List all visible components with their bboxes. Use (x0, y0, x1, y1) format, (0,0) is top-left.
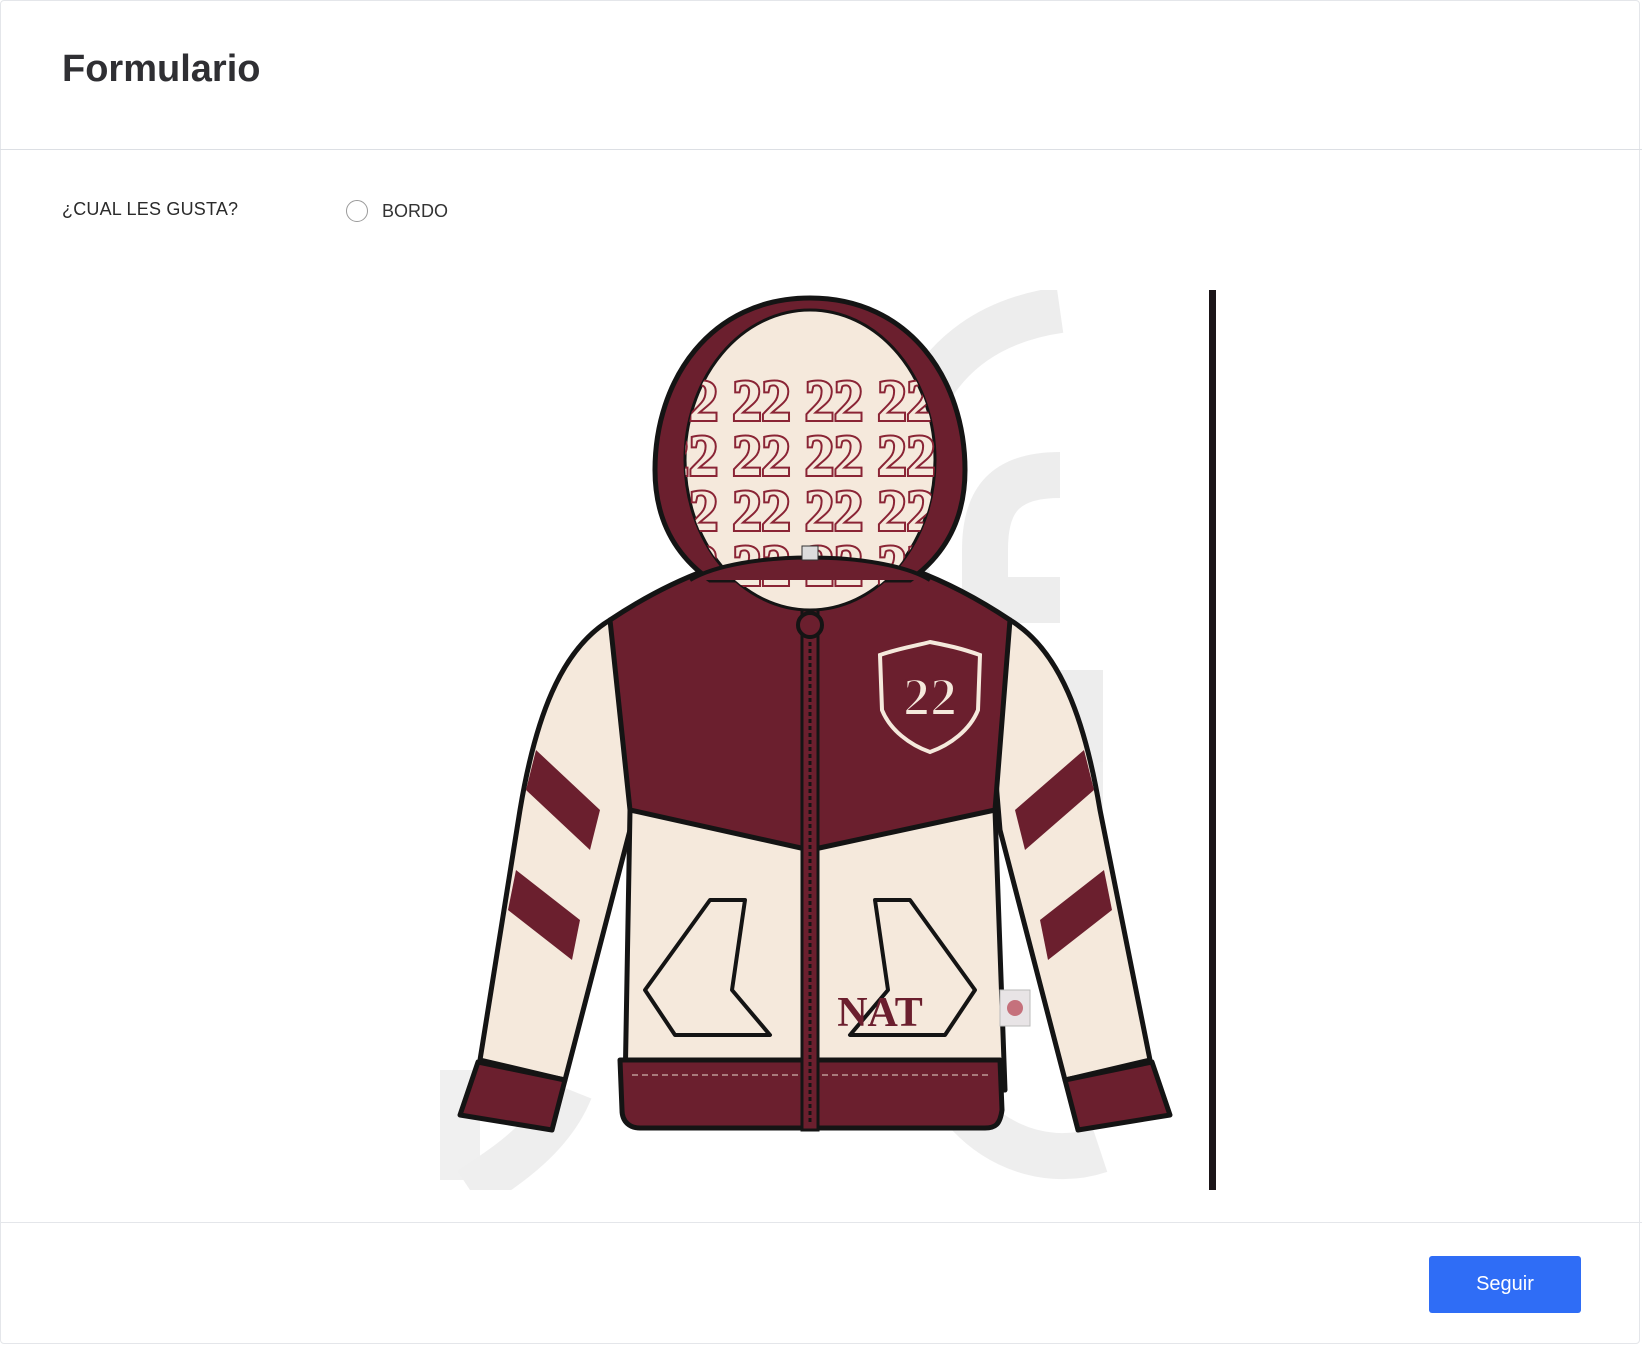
pocket-text: NAT (837, 990, 923, 1036)
question-label: ¿CUAL LES GUSTA? (62, 199, 239, 219)
hoodie-design-image: 22 22 22 22 22 22 22 22 22 22 22 22 22 2… (440, 290, 1216, 1190)
footer-divider (0, 1222, 1642, 1223)
left-sleeve (457, 617, 643, 1133)
radio-option-bordo[interactable]: BORDO (346, 198, 448, 224)
next-button[interactable]: Seguir (1429, 1256, 1581, 1313)
page-title: Formulario (62, 48, 261, 90)
svg-text:22: 22 (903, 667, 957, 727)
hood: 22 22 22 22 22 22 22 22 22 22 22 22 22 2… (652, 295, 968, 612)
radio-option-label: BORDO (382, 200, 449, 221)
form-header: Formulario (0, 0, 1642, 150)
radio-circle-icon[interactable] (346, 200, 368, 222)
divider-bar (1209, 290, 1216, 1190)
